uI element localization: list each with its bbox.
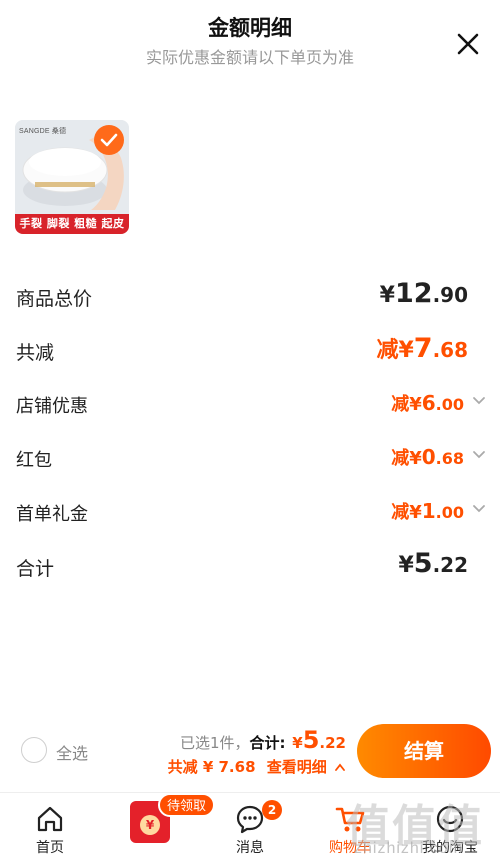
row-red-packet[interactable]: 红包 减¥0.68 <box>0 438 500 478</box>
row-amount: 减¥7.68 <box>376 332 468 364</box>
tab-home-label: 首页 <box>36 840 64 856</box>
amount-currency: ¥ <box>409 448 422 469</box>
amount-prefix: 减 <box>391 394 410 415</box>
total-label: 合计: <box>249 734 286 752</box>
amount-decimal: .90 <box>432 283 468 307</box>
row-first-order-gift[interactable]: 首单礼金 减¥1.00 <box>0 492 500 532</box>
product-banner: 手裂 脚裂 粗糙 起皮 <box>15 214 129 234</box>
page-subtitle: 实际优惠金额请以下单页为准 <box>145 48 354 67</box>
home-icon <box>37 806 63 832</box>
amount-integer: 7 <box>413 333 433 364</box>
row-amount: 减¥0.68 <box>391 444 464 470</box>
amount-integer: 6 <box>421 391 436 415</box>
row-label: 共减 <box>16 342 55 364</box>
discount-summary[interactable]: 共减 ¥ 7.68 查看明细 <box>168 756 346 777</box>
amount-integer: 1 <box>421 499 436 523</box>
tab-home[interactable]: 首页 <box>0 793 100 866</box>
chevron-down-icon[interactable] <box>472 504 486 514</box>
tab-messages[interactable]: 2 消息 <box>200 793 300 866</box>
product-brand: SANGDE 桑德 <box>19 128 67 135</box>
amount-decimal: .68 <box>432 338 468 362</box>
row-label: 首单礼金 <box>16 504 88 525</box>
select-all-radio[interactable] <box>21 737 47 763</box>
chevron-down-icon[interactable] <box>472 450 486 460</box>
product-thumbnail[interactable]: SANGDE 桑德 手裂 脚裂 粗糙 起皮 <box>15 120 129 234</box>
close-icon <box>457 33 479 55</box>
select-all-label[interactable]: 全选 <box>56 740 88 764</box>
total-currency: ¥ <box>292 734 303 752</box>
amount-integer: 0 <box>421 445 436 469</box>
discount-text: 共减 ¥ 7.68 <box>167 758 256 776</box>
watermark-url: zhizhizhi.com <box>354 840 464 857</box>
chevron-down-icon[interactable] <box>472 396 486 406</box>
amount-decimal: .00 <box>435 395 464 414</box>
amount-prefix: 减 <box>391 448 410 469</box>
row-amount: 减¥1.00 <box>391 498 464 524</box>
row-amount: ¥5.22 <box>398 548 468 579</box>
selected-count-text: 已选1件， <box>179 734 250 752</box>
total-integer: 5 <box>302 726 320 754</box>
amount-decimal: .00 <box>435 503 464 522</box>
checkout-bar: 全选 已选1件，合计: ¥5.22 共减 ¥ 7.68 查看明细 结算 <box>0 712 500 792</box>
modal-header: 金额明细 实际优惠金额请以下单页为准 <box>0 0 500 80</box>
amount-currency: ¥ <box>398 338 414 363</box>
amount-decimal: .68 <box>435 449 464 468</box>
amount-integer: 5 <box>413 548 433 579</box>
checkmark-icon <box>100 133 118 147</box>
checkout-button[interactable]: 结算 <box>357 724 491 778</box>
amount-prefix: 减 <box>391 502 410 523</box>
row-label: 红包 <box>16 450 52 471</box>
row-subtotal: 商品总价 ¥12.90 <box>0 276 500 316</box>
row-label: 商品总价 <box>16 288 93 310</box>
amount-currency: ¥ <box>409 394 422 415</box>
amount-currency: ¥ <box>409 502 422 523</box>
view-detail-link[interactable]: 查看明细 <box>267 758 327 776</box>
row-amount: ¥12.90 <box>380 278 468 309</box>
row-amount: 减¥6.00 <box>391 390 464 416</box>
row-total-discount: 共减 减¥7.68 <box>0 330 500 370</box>
amount-currency: ¥ <box>398 553 414 578</box>
page-title: 金额明细 <box>208 16 292 40</box>
chevron-up-icon <box>335 763 345 771</box>
row-grand-total: 合计 ¥5.22 <box>0 546 500 586</box>
row-label: 店铺优惠 <box>16 396 88 417</box>
message-badge: 2 <box>262 800 282 820</box>
amount-decimal: .22 <box>432 553 468 577</box>
amount-integer: 12 <box>394 278 433 309</box>
row-store-discount[interactable]: 店铺优惠 减¥6.00 <box>0 384 500 424</box>
selected-check[interactable] <box>94 125 124 155</box>
amount-prefix: 减 <box>376 338 399 363</box>
tab-messages-label: 消息 <box>236 840 264 856</box>
amount-currency: ¥ <box>379 283 395 308</box>
close-button[interactable] <box>450 26 486 62</box>
row-label: 合计 <box>16 558 55 580</box>
total-decimal: .22 <box>319 734 346 752</box>
selection-summary: 已选1件，合计: ¥5.22 <box>180 726 346 754</box>
yuan-coin-icon: ¥ <box>140 815 160 835</box>
